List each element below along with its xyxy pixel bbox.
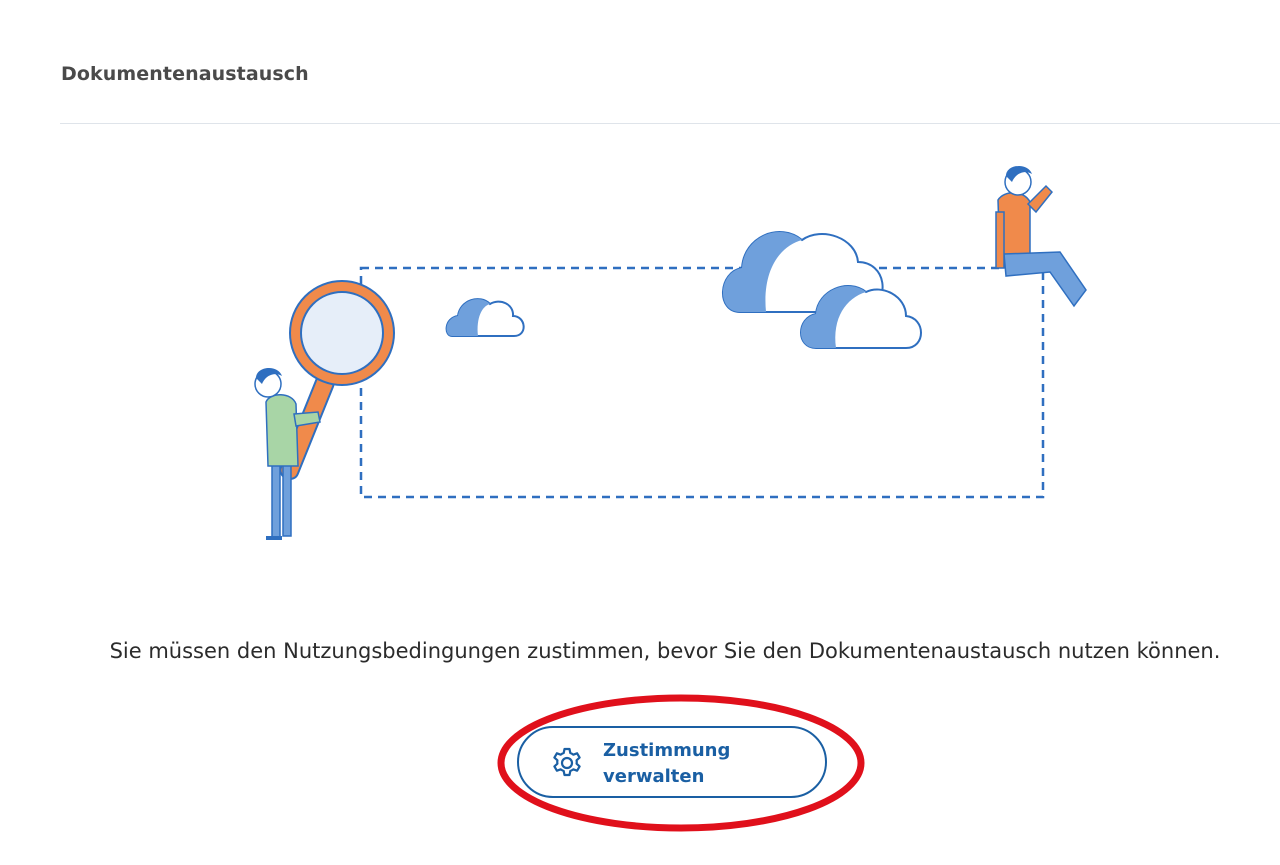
gear-icon bbox=[553, 747, 581, 777]
person-sitting-figure bbox=[995, 165, 1087, 308]
empty-state-illustration bbox=[254, 165, 1087, 540]
dashed-frame bbox=[359, 266, 1045, 499]
consent-required-message: Sie müssen den Nutzungsbedingungen zusti… bbox=[109, 639, 1221, 663]
manage-consent-label: Zustimmung verwalten bbox=[603, 740, 731, 787]
manage-consent-button[interactable]: Zustimmung verwalten bbox=[517, 726, 827, 798]
small-cloud-icon bbox=[445, 298, 525, 337]
page: Dokumentenaustausch Sie müssen den Nutzu… bbox=[0, 0, 1280, 865]
